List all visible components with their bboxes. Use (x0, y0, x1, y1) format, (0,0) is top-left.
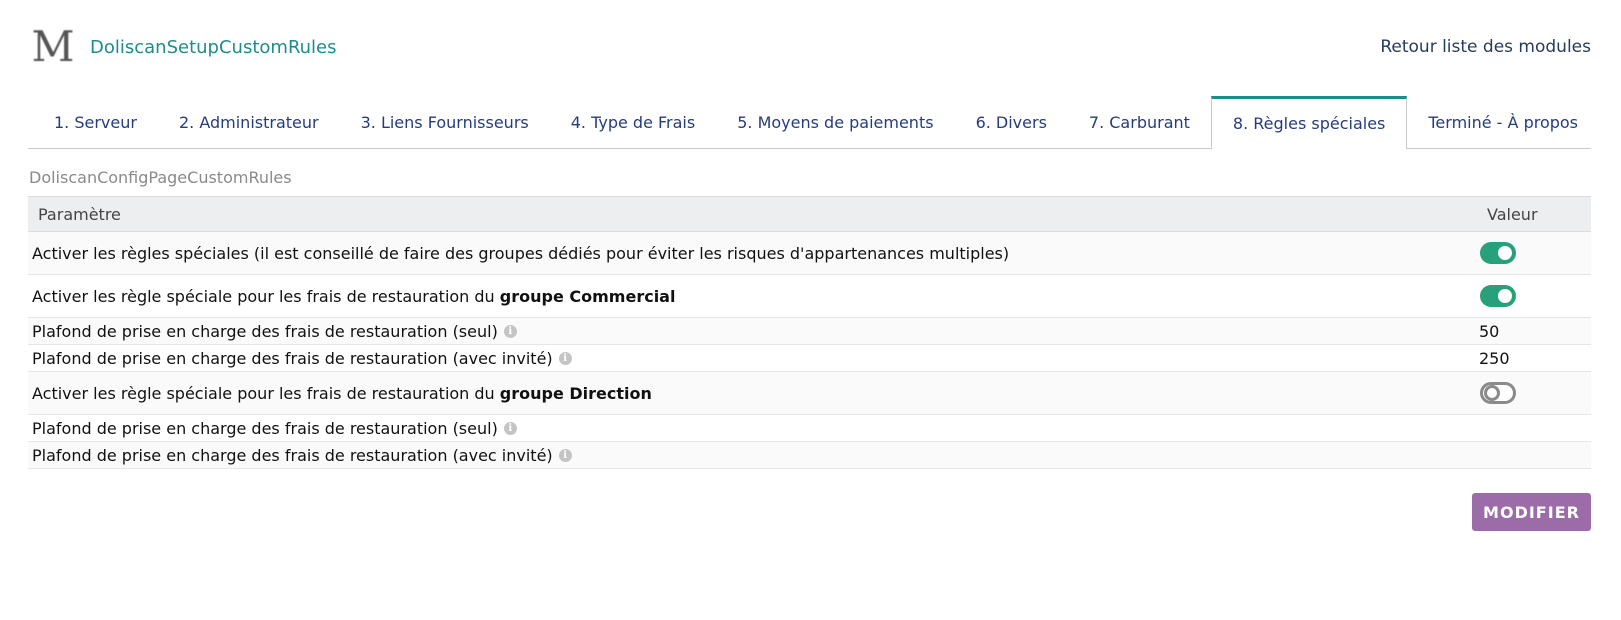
setting-label: Plafond de prise en charge des frais de … (28, 344, 1468, 372)
page: M DoliscanSetupCustomRules Retour liste … (0, 0, 1621, 620)
module-logo-icon: M (31, 22, 75, 71)
setting-label-text: Activer les règles spéciales (il est con… (32, 243, 1010, 263)
settings-table: Paramètre Valeur Activer les règles spéc… (28, 196, 1591, 469)
setting-label: Plafond de prise en charge des frais de … (28, 414, 1468, 442)
tab-divers[interactable]: 6. Divers (955, 96, 1068, 148)
module-header: M DoliscanSetupCustomRules Retour liste … (30, 26, 1591, 70)
back-to-modules-link[interactable]: Retour liste des modules (1380, 37, 1591, 57)
column-header-parametre: Paramètre (28, 196, 1468, 232)
column-header-valeur: Valeur (1468, 196, 1591, 232)
table-row: Plafond de prise en charge des frais de … (28, 344, 1591, 372)
direction-ceiling-alone-value (1468, 414, 1591, 442)
tab-moyens-de-paiements[interactable]: 5. Moyens de paiements (716, 96, 954, 148)
tab-type-de-frais[interactable]: 4. Type de Frais (550, 96, 716, 148)
tab-administrateur[interactable]: 2. Administrateur (158, 96, 340, 148)
enable-special-rules-toggle[interactable] (1480, 242, 1516, 264)
table-header-row: Paramètre Valeur (28, 196, 1591, 232)
setup-tabs: 1. Serveur 2. Administrateur 3. Liens Fo… (28, 96, 1591, 149)
direction-group-toggle[interactable] (1480, 382, 1516, 404)
direction-ceiling-guest-value (1468, 441, 1591, 469)
setting-label-text: Plafond de prise en charge des frais de … (32, 321, 498, 341)
table-row: Plafond de prise en charge des frais de … (28, 317, 1591, 345)
setting-value (1468, 231, 1591, 275)
info-icon[interactable]: i (558, 351, 572, 365)
commercial-ceiling-guest-value: 250 (1468, 344, 1591, 372)
table-row: Activer les règles spéciales (il est con… (28, 231, 1591, 275)
group-name: groupe Direction (499, 383, 652, 403)
setting-label: Plafond de prise en charge des frais de … (28, 441, 1468, 469)
setting-label: Activer les règle spéciale pour les frai… (28, 274, 1468, 318)
module-title: DoliscanSetupCustomRules (90, 37, 337, 58)
table-row: Plafond de prise en charge des frais de … (28, 414, 1591, 442)
modify-button[interactable]: MODIFIER (1472, 493, 1591, 531)
setting-label-text: Activer les règle spéciale pour les frai… (32, 383, 500, 403)
tab-regles-speciales[interactable]: 8. Règles spéciales (1210, 96, 1408, 149)
group-name: groupe Commercial (499, 286, 676, 306)
setting-label-text: Plafond de prise en charge des frais de … (32, 445, 553, 465)
commercial-ceiling-alone-value: 50 (1468, 317, 1591, 345)
table-row: Activer les règle spéciale pour les frai… (28, 274, 1591, 318)
tab-liens-fournisseurs[interactable]: 3. Liens Fournisseurs (340, 96, 550, 148)
info-icon[interactable]: i (503, 324, 517, 338)
setting-label-text: Activer les règle spéciale pour les frai… (32, 286, 500, 306)
commercial-group-toggle[interactable] (1480, 285, 1516, 307)
setting-label: Activer les règle spéciale pour les frai… (28, 371, 1468, 415)
setting-label: Plafond de prise en charge des frais de … (28, 317, 1468, 345)
tab-termine-a-propos[interactable]: Terminé - À propos (1407, 96, 1599, 148)
info-icon[interactable]: i (558, 448, 572, 462)
table-row: Plafond de prise en charge des frais de … (28, 441, 1591, 469)
setting-value (1468, 371, 1591, 415)
tab-carburant[interactable]: 7. Carburant (1068, 96, 1211, 148)
tab-serveur[interactable]: 1. Serveur (28, 96, 158, 148)
page-subtitle: DoliscanConfigPageCustomRules (29, 168, 292, 187)
setting-label: Activer les règles spéciales (il est con… (28, 231, 1468, 275)
setting-label-text: Plafond de prise en charge des frais de … (32, 418, 498, 438)
info-icon[interactable]: i (503, 421, 517, 435)
table-row: Activer les règle spéciale pour les frai… (28, 371, 1591, 415)
setting-value (1468, 274, 1591, 318)
setting-label-text: Plafond de prise en charge des frais de … (32, 348, 553, 368)
